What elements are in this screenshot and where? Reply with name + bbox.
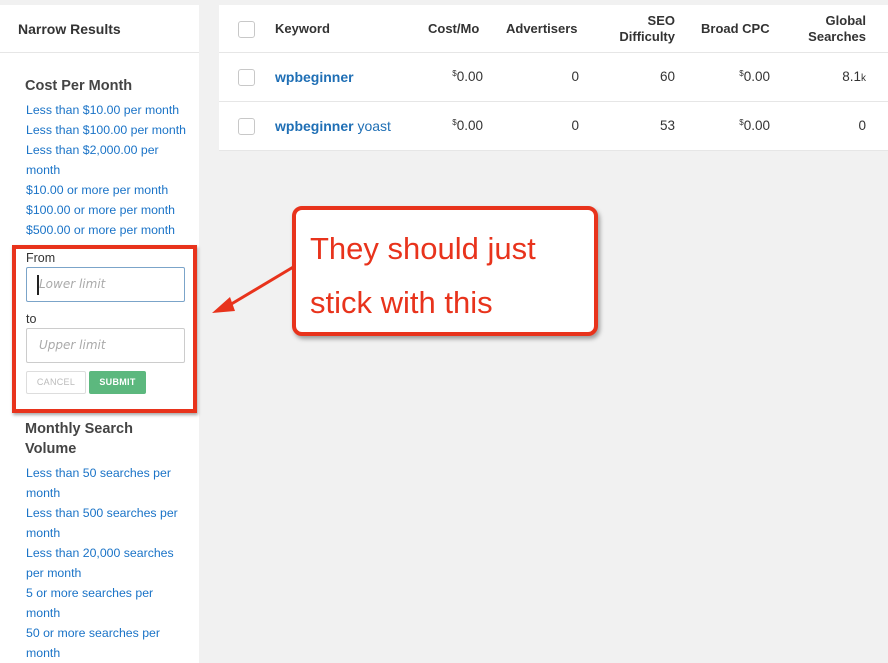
global-searches-cell: 8.1k: [799, 69, 866, 84]
column-broad-cpc[interactable]: Broad CPC: [701, 21, 770, 37]
column-seo-difficulty[interactable]: SEO Difficulty: [609, 13, 675, 45]
cost-cell: $0.00: [419, 118, 483, 133]
cost-link-lt-2000[interactable]: Less than $2,000.00 per: [26, 140, 196, 160]
volume-title-line1: Monthly Search: [25, 419, 175, 439]
seo-header-line1: SEO: [609, 13, 675, 29]
cost-link-gte-500[interactable]: $500.00 or more per month: [26, 220, 196, 240]
table-row: wpbeginner yoast $0.00 0 53 $0.00 0: [219, 102, 888, 151]
advertisers-cell: 0: [519, 118, 579, 133]
cost-filter-links: Less than $10.00 per month Less than $10…: [26, 100, 196, 240]
cost-link-gte-100[interactable]: $100.00 or more per month: [26, 200, 196, 220]
volume-link-gte-5-cont[interactable]: month: [26, 603, 196, 623]
global-searches-cell: 0: [799, 118, 866, 133]
volume-link-gte-5[interactable]: 5 or more searches per: [26, 583, 196, 603]
global-header-line1: Global: [799, 13, 866, 29]
row-checkbox[interactable]: [238, 118, 255, 135]
table-header: Keyword Cost/Mo Advertisers SEO Difficul…: [219, 5, 888, 53]
volume-link-gte-50[interactable]: 50 or more searches per: [26, 623, 196, 643]
cost-link-lt-100[interactable]: Less than $100.00 per month: [26, 120, 196, 140]
broad-cpc-cell: $0.00: [709, 118, 770, 133]
sidebar-title: Narrow Results: [0, 5, 199, 53]
table-row: wpbeginner $0.00 0 60 $0.00 8.1k: [219, 53, 888, 102]
row-checkbox[interactable]: [238, 69, 255, 86]
annotation-callout: They should just stick with this: [292, 206, 598, 336]
broad-cpc-cell: $0.00: [709, 69, 770, 84]
callout-line1: They should just: [310, 222, 594, 276]
volume-link-lt-20000[interactable]: Less than 20,000 searches: [26, 543, 196, 563]
cost-cell: $0.00: [419, 69, 483, 84]
volume-link-lt-50[interactable]: Less than 50 searches per: [26, 463, 196, 483]
advertisers-cell: 0: [519, 69, 579, 84]
volume-title-line2: Volume: [25, 439, 175, 459]
seo-header-line2: Difficulty: [609, 29, 675, 45]
column-keyword[interactable]: Keyword: [275, 21, 330, 37]
volume-link-lt-20000-cont[interactable]: per month: [26, 563, 196, 583]
range-highlight-box: [12, 245, 197, 413]
cost-link-lt-2000-cont[interactable]: month: [26, 160, 196, 180]
cost-link-lt-10[interactable]: Less than $10.00 per month: [26, 100, 196, 120]
volume-link-lt-500[interactable]: Less than 500 searches per: [26, 503, 196, 523]
cost-per-month-title: Cost Per Month: [25, 76, 175, 96]
seo-difficulty-cell: 53: [619, 118, 675, 133]
global-header-line2: Searches: [799, 29, 866, 45]
volume-link-lt-500-cont[interactable]: month: [26, 523, 196, 543]
column-advertisers[interactable]: Advertisers: [506, 21, 578, 37]
column-global-searches[interactable]: Global Searches: [799, 13, 866, 45]
callout-line2: stick with this: [310, 276, 594, 330]
cost-link-gte-10[interactable]: $10.00 or more per month: [26, 180, 196, 200]
volume-link-lt-50-cont[interactable]: month: [26, 483, 196, 503]
keyword-link[interactable]: wpbeginner: [275, 69, 354, 85]
seo-difficulty-cell: 60: [619, 69, 675, 84]
column-cost[interactable]: Cost/Mo: [428, 21, 479, 37]
monthly-search-volume-title: Monthly Search Volume: [25, 419, 175, 459]
keyword-link[interactable]: wpbeginner yoast: [275, 118, 391, 134]
keyword-table: Keyword Cost/Mo Advertisers SEO Difficul…: [219, 5, 888, 151]
volume-link-gte-50-cont[interactable]: month: [26, 643, 196, 663]
select-all-checkbox[interactable]: [238, 21, 255, 38]
volume-filter-links: Less than 50 searches per month Less tha…: [26, 463, 196, 663]
